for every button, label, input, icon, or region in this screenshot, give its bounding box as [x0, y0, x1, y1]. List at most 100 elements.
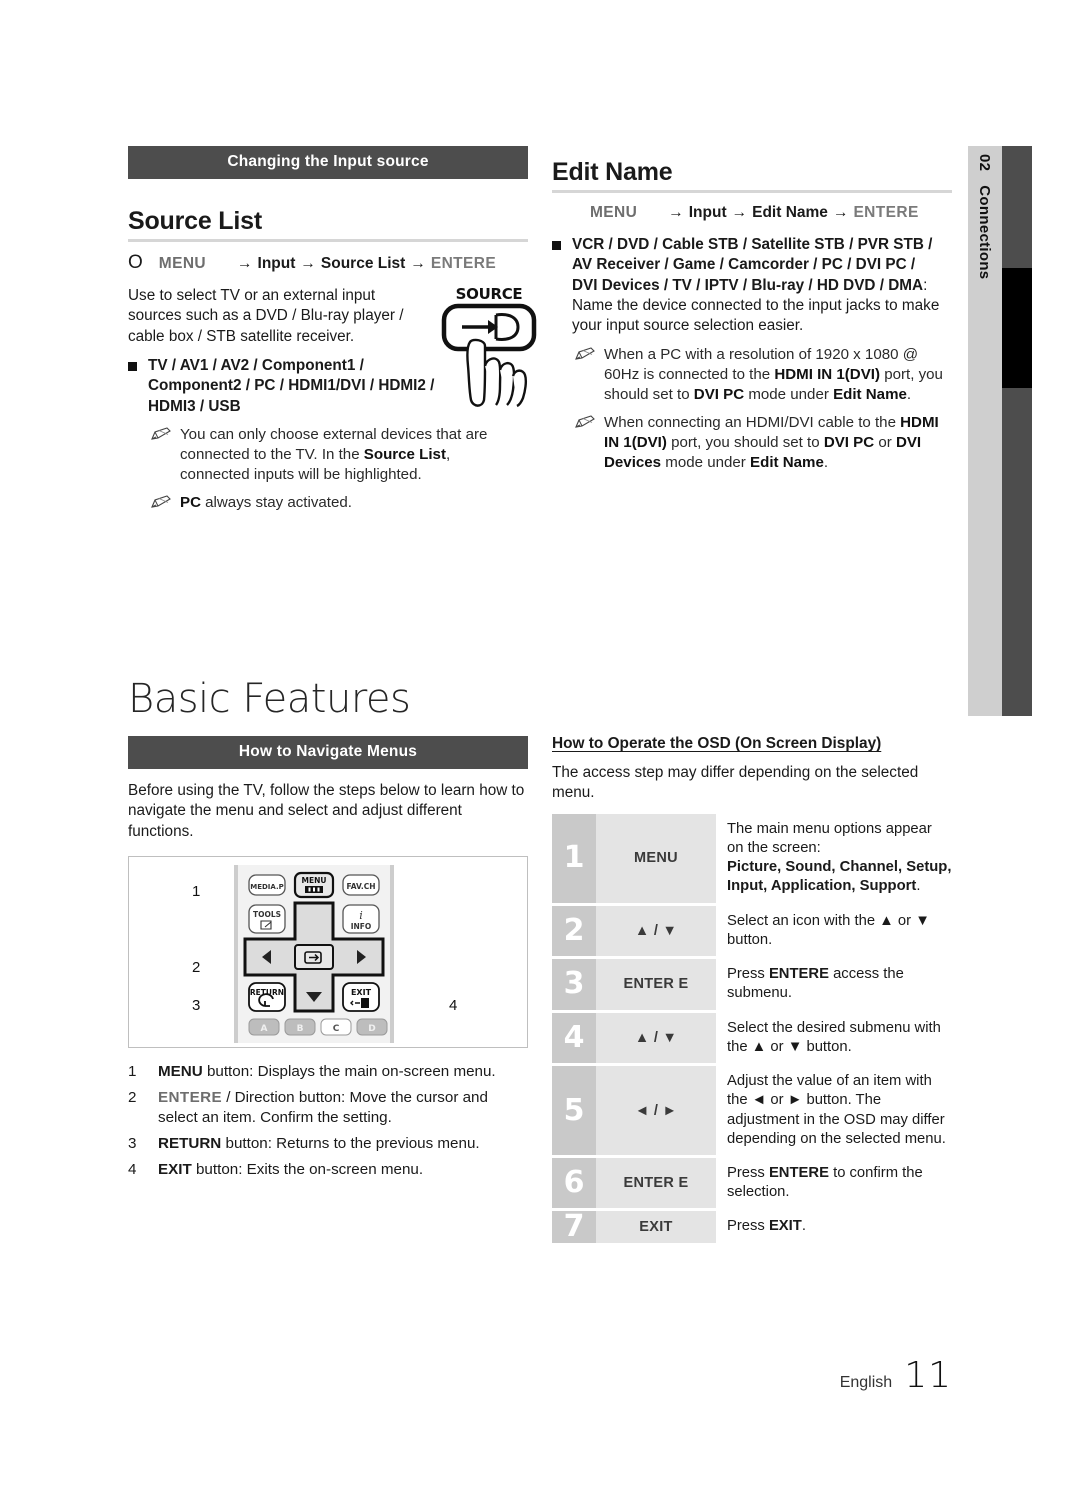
osd-step-desc: Adjust the value of an item with the ◄ o… [727, 1073, 946, 1147]
menu-path-edit-name: MENU → Input → Edit Name → ENTERE [552, 204, 952, 222]
menu-path-menu-label: MENU [590, 204, 638, 221]
square-bullet-icon [128, 356, 148, 417]
pencil-icon [150, 425, 180, 485]
note-external-devices-text: You can only choose external devices tha… [180, 425, 520, 485]
svg-text:A: A [261, 1024, 268, 1034]
svg-text:MEDIA.P: MEDIA.P [250, 883, 284, 891]
section-header-how-to-navigate-menus: How to Navigate Menus [128, 736, 528, 769]
callout-1: 1 [192, 883, 201, 901]
navigate-menus-intro: Before using the TV, follow the steps be… [128, 782, 525, 840]
legend-number: 1 [128, 1063, 137, 1081]
note2-plain: always stay activated. [200, 494, 352, 512]
legend-text: RETURN button: Returns to the previous m… [158, 1134, 480, 1154]
callout-2: 2 [192, 959, 201, 977]
legend-bold: RETURN [158, 1135, 222, 1153]
osd-step-desc: Press ENTERE to confirm the selection. [716, 1158, 952, 1208]
edit-name-devices-item: VCR / DVD / Cable STB / Satellite STB / … [552, 235, 952, 337]
osd-row: 7 EXIT Press EXIT. [552, 1211, 952, 1243]
note2-bold: PC [180, 494, 201, 512]
menu-path-enter: ENTERE [853, 204, 919, 221]
legend-number: 3 [128, 1135, 137, 1153]
heading-source-list: Source List [128, 207, 262, 235]
remote-button-info: i INFO [342, 904, 380, 934]
osd-step-desc: Press EXIT. [716, 1211, 952, 1242]
legend-text: MENU button: Displays the main on-screen… [158, 1062, 496, 1082]
menu-path-enter: ENTERE [430, 255, 497, 272]
source-button-label: SOURCE [456, 285, 523, 303]
note-pc-activated: PC always stay activated. [128, 493, 528, 514]
svg-text:TOOLS: TOOLS [253, 910, 281, 919]
osd-step-desc: Press ENTERE access the submenu. [716, 959, 952, 1009]
chapter-tab: 02 Connections [968, 146, 1002, 716]
legend-bold: EXIT [158, 1161, 192, 1179]
osd-row: 6 ENTER E Press ENTERE to confirm the se… [552, 1157, 952, 1209]
menu-path-step-input: Input [688, 204, 727, 221]
legend-rest: button: Returns to the previous menu. [221, 1135, 480, 1153]
menu-path-source-list: O MENU → Input → Source List → ENTERE [128, 253, 528, 273]
osd-intro: The access step may differ depending on … [552, 764, 919, 802]
note-external-devices: You can only choose external devices tha… [128, 425, 528, 485]
osd-desc-a: The main menu options appear on the scre… [727, 820, 932, 856]
chapter-title-basic-features: Basic Features [128, 676, 411, 722]
source-button-illustration: SOURCE [438, 282, 540, 410]
osd-desc-a: Press [727, 1218, 769, 1235]
osd-step-key: ENTER E [596, 959, 716, 1010]
source-list-inputs-text: TV / AV1 / AV2 / Component1 / Component2… [148, 357, 435, 415]
remote-button-exit: EXIT [342, 982, 380, 1012]
chapter-name: Connections [976, 185, 994, 280]
legend-bold: ENTERE [158, 1089, 223, 1107]
remote-button-fav-ch: FAV.CH [342, 874, 380, 896]
callout-4: 4 [449, 997, 458, 1015]
remote-button-enter [294, 944, 334, 971]
svg-text:FAV.CH: FAV.CH [346, 882, 375, 891]
svg-text:EXIT: EXIT [351, 988, 372, 997]
osd-row: 3 ENTER E Press ENTERE access the submen… [552, 959, 952, 1010]
note-hdmi-dvi-cable-text: When connecting an HDMI/DVI cable to the… [604, 413, 939, 472]
remote-button-tools: TOOLS [248, 904, 286, 934]
note-pc-1920x1080: When a PC with a resolution of 1920 x 10… [552, 345, 952, 405]
basic-features-left: Basic Features How to Navigate Menus Bef… [128, 676, 528, 1186]
legend-item: 4 EXIT button: Exits the on-screen menu. [128, 1160, 528, 1180]
osd-desc-a: Press [727, 1164, 769, 1181]
square-bullet-icon [552, 235, 572, 337]
osd-desc-a: Press [727, 966, 769, 983]
svg-text:INFO: INFO [351, 922, 372, 931]
osd-step-number: 4 [552, 1012, 596, 1064]
osd-desc-bold: ENTERE [768, 1164, 829, 1181]
menu-path-step-source-list: Source List [320, 255, 406, 272]
osd-row: 5 ◄ / ► Adjust the value of an item with… [552, 1066, 952, 1155]
remote-button-media-p: MEDIA.P [248, 874, 286, 896]
right-column-top: Edit Name MENU → Input → Edit Name → ENT… [552, 146, 952, 481]
footer-page-number: 11 [904, 1355, 952, 1396]
remote-button-menu: MENU [293, 871, 335, 899]
remote-button-return: RETURN [248, 982, 286, 1012]
callout-3: 3 [192, 997, 201, 1015]
osd-step-key: ENTER E [596, 1157, 716, 1209]
osd-step-number: 2 [552, 905, 596, 957]
svg-text:MENU: MENU [302, 876, 327, 885]
svg-text:RETURN: RETURN [250, 988, 284, 997]
source-list-intro-text: Use to select TV or an external input so… [128, 287, 404, 345]
svg-text:B: B [297, 1024, 304, 1034]
osd-step-key: ▲ / ▼ [596, 905, 716, 957]
heading-edit-name: Edit Name [552, 158, 673, 186]
page-footer: English 11 [840, 1355, 952, 1396]
svg-text:C: C [333, 1024, 340, 1034]
note1-bold: Source List [363, 446, 446, 464]
osd-step-number: 7 [552, 1211, 596, 1243]
manual-page: 02 Connections Changing the Input source… [0, 0, 1080, 1494]
legend-rest: button: Displays the main on-screen menu… [202, 1063, 496, 1081]
svg-text:i: i [359, 909, 363, 922]
legend-number: 4 [128, 1161, 137, 1179]
osd-desc-bold: ENTERE [768, 966, 829, 983]
osd-step-number: 5 [552, 1066, 596, 1155]
note-hdmi-dvi-cable: When connecting an HDMI/DVI cable to the… [552, 413, 952, 473]
menu-path-arrow-2: → [300, 255, 316, 272]
osd-desc-bold: EXIT [768, 1218, 802, 1235]
osd-row: 1 MENU The main menu options appear on t… [552, 813, 952, 903]
menu-path-arrow-2: → [731, 204, 748, 221]
osd-section: How to Operate the OSD (On Screen Displa… [552, 735, 952, 1243]
osd-step-key: EXIT [596, 1211, 716, 1243]
pencil-icon [150, 493, 180, 514]
menu-path-menu-label: MENU [158, 255, 207, 272]
